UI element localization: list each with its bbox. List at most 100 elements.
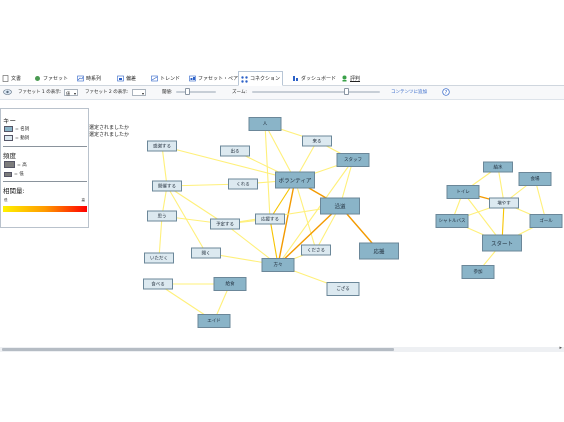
- graph-node-staff[interactable]: スタッフ: [336, 153, 370, 167]
- legend-verb-label: = 動詞: [15, 136, 30, 141]
- legend-divider: [3, 181, 87, 182]
- facet2-select[interactable]: ▾: [132, 89, 146, 96]
- legend-verb-row: = 動詞: [4, 135, 29, 141]
- graph-edge: [264, 123, 271, 220]
- graph-node-taberu[interactable]: 食べる: [143, 278, 173, 290]
- legend-frequency-title: 頻度: [3, 152, 16, 160]
- noun-swatch: [4, 126, 13, 132]
- graph-node-sanka[interactable]: 参加: [461, 265, 495, 279]
- legend-high-row: = 高: [4, 161, 27, 168]
- graph-node-start[interactable]: スタート: [482, 234, 522, 252]
- graph-node-ouensuru[interactable]: 応援する: [255, 213, 285, 225]
- horizontal-scrollbar[interactable]: ▸: [0, 345, 564, 352]
- tab-label: 偏差: [126, 75, 137, 82]
- threshold-label: 閾値:: [162, 90, 173, 95]
- graph-node-dasu[interactable]: 出る: [220, 145, 250, 157]
- graph-node-minasan[interactable]: 方々: [261, 258, 295, 272]
- chevron-down-icon: ▾: [141, 91, 144, 96]
- reputation-icon: [341, 75, 348, 82]
- graph-node-kyusui[interactable]: 給水: [483, 161, 513, 173]
- graph-node-kaisaisuru[interactable]: 開催する: [152, 180, 182, 192]
- deviation-icon: [117, 75, 124, 82]
- graph-node-omou[interactable]: 思う: [147, 210, 177, 222]
- document-icon: [2, 75, 9, 82]
- legend-low-end: 低: [4, 198, 8, 202]
- tab-facet-pair[interactable]: ファセット・ペア: [189, 72, 238, 84]
- tab-label: 文書: [11, 75, 22, 82]
- connection-icon: [241, 75, 248, 83]
- zoom-slider-handle[interactable]: [344, 88, 349, 95]
- tab-trend[interactable]: トレンド: [151, 72, 180, 84]
- zoom-slider[interactable]: [252, 91, 380, 93]
- legend-high-end: 高: [81, 198, 86, 202]
- graph-node-fuyasu[interactable]: 増やす: [489, 197, 519, 209]
- facet1-select-value: 値: [66, 91, 70, 96]
- graph-node-hiraku[interactable]: 開く: [191, 247, 221, 259]
- legend-low-row: = 低: [4, 171, 24, 177]
- graph-node-kudasaru[interactable]: くださる: [301, 244, 331, 256]
- facet2-label: ファセット 2 の表示:: [85, 90, 129, 95]
- connection-toolbar: ファセット 1 の表示: 値 ▾ ファセット 2 の表示: ▾ 閾値: ズーム: …: [0, 86, 564, 100]
- legend-divider: [3, 146, 87, 147]
- graph-node-kaijo[interactable]: 給食: [213, 277, 247, 291]
- graph-node-volunteer[interactable]: ボランティア: [275, 171, 315, 189]
- graph-node-hito[interactable]: 人: [248, 117, 282, 131]
- correlation-gradient-bar: [3, 206, 87, 212]
- connection-graph[interactable]: 人来る出る 感謝するスタッフ開催する くれる ボランティア 沿道思う 応援する 予定するくだ…: [90, 100, 564, 347]
- legend-noun-label: = 名詞: [15, 127, 30, 132]
- add-to-content-link[interactable]: コンテンツに追加: [391, 89, 427, 95]
- chevron-down-icon: ▾: [73, 91, 76, 96]
- tab-label: ファセット・ペア: [198, 75, 239, 82]
- graph-node-toilet[interactable]: トイレ: [446, 185, 480, 199]
- timeseries-icon: [77, 75, 84, 82]
- legend-high-label: = 高: [17, 162, 27, 168]
- graph-node-shuttlebus[interactable]: シャトルバス: [435, 214, 469, 228]
- graph-node-ouen[interactable]: 応援: [359, 242, 399, 260]
- legend-panel: キー = 名詞 = 動詞 頻度 = 高 = 低 相関量: 低 高: [0, 108, 89, 228]
- tab-facet[interactable]: ファセット: [34, 72, 68, 84]
- facet1-select[interactable]: 値 ▾: [64, 89, 78, 96]
- scroll-right-icon[interactable]: ▸: [559, 345, 562, 351]
- graph-node-endo[interactable]: 沿道: [320, 197, 360, 215]
- graph-node-kaijo2[interactable]: 会場: [518, 172, 552, 186]
- verb-swatch: [4, 135, 13, 141]
- tab-dashboard[interactable]: ダッシュボード: [292, 72, 336, 84]
- zoom-label: ズーム:: [232, 90, 247, 95]
- help-icon[interactable]: ?: [442, 88, 450, 98]
- trend-icon: [151, 75, 158, 82]
- tab-label: ファセット: [43, 75, 69, 82]
- tab-timeseries[interactable]: 時系列: [77, 72, 101, 84]
- view-tab-bar: 文書 ファセット 時系列 偏差 トレンド ファセット・ペア コネクション ダッシ…: [0, 71, 564, 86]
- facet-pair-icon: [189, 75, 196, 82]
- tab-reputation[interactable]: 評判: [341, 72, 360, 84]
- graph-node-kanshasuru[interactable]: 感謝する: [147, 140, 177, 152]
- legend-low-label: = 低: [14, 172, 24, 177]
- graph-node-aid[interactable]: エイド: [197, 314, 231, 328]
- tab-document[interactable]: 文書: [2, 72, 21, 84]
- eye-icon[interactable]: [3, 88, 12, 98]
- high-frequency-swatch: [4, 161, 15, 168]
- graph-node-kuru[interactable]: 来る: [302, 135, 332, 147]
- graph-node-kureru[interactable]: くれる: [228, 178, 258, 190]
- scrollbar-thumb[interactable]: [2, 348, 394, 351]
- graph-node-itadaku[interactable]: いただく: [144, 252, 174, 264]
- graph-node-goal[interactable]: ゴール: [529, 214, 563, 228]
- dashboard-icon: [292, 75, 299, 81]
- threshold-slider[interactable]: [176, 91, 216, 93]
- tab-label: トレンド: [160, 75, 181, 82]
- svg-text:?: ?: [445, 90, 448, 96]
- tab-connection[interactable]: コネクション: [238, 71, 284, 86]
- facet1-label: ファセット 1 の表示:: [18, 90, 62, 95]
- threshold-slider-handle[interactable]: [185, 88, 190, 95]
- tab-label: 時系列: [86, 75, 102, 82]
- tab-label: ダッシュボード: [301, 75, 337, 82]
- tab-deviation[interactable]: 偏差: [117, 72, 136, 84]
- tab-label: コネクション: [250, 76, 281, 82]
- low-frequency-swatch: [4, 171, 12, 177]
- graph-node-yoteisuru[interactable]: 予定する: [210, 218, 240, 230]
- graph-edge: [277, 205, 341, 266]
- legend-correlation-title: 相関量:: [3, 187, 25, 195]
- legend-noun-row: = 名詞: [4, 126, 29, 132]
- tab-label: 評判: [350, 75, 361, 82]
- graph-node-gozaru[interactable]: ござる: [326, 282, 360, 296]
